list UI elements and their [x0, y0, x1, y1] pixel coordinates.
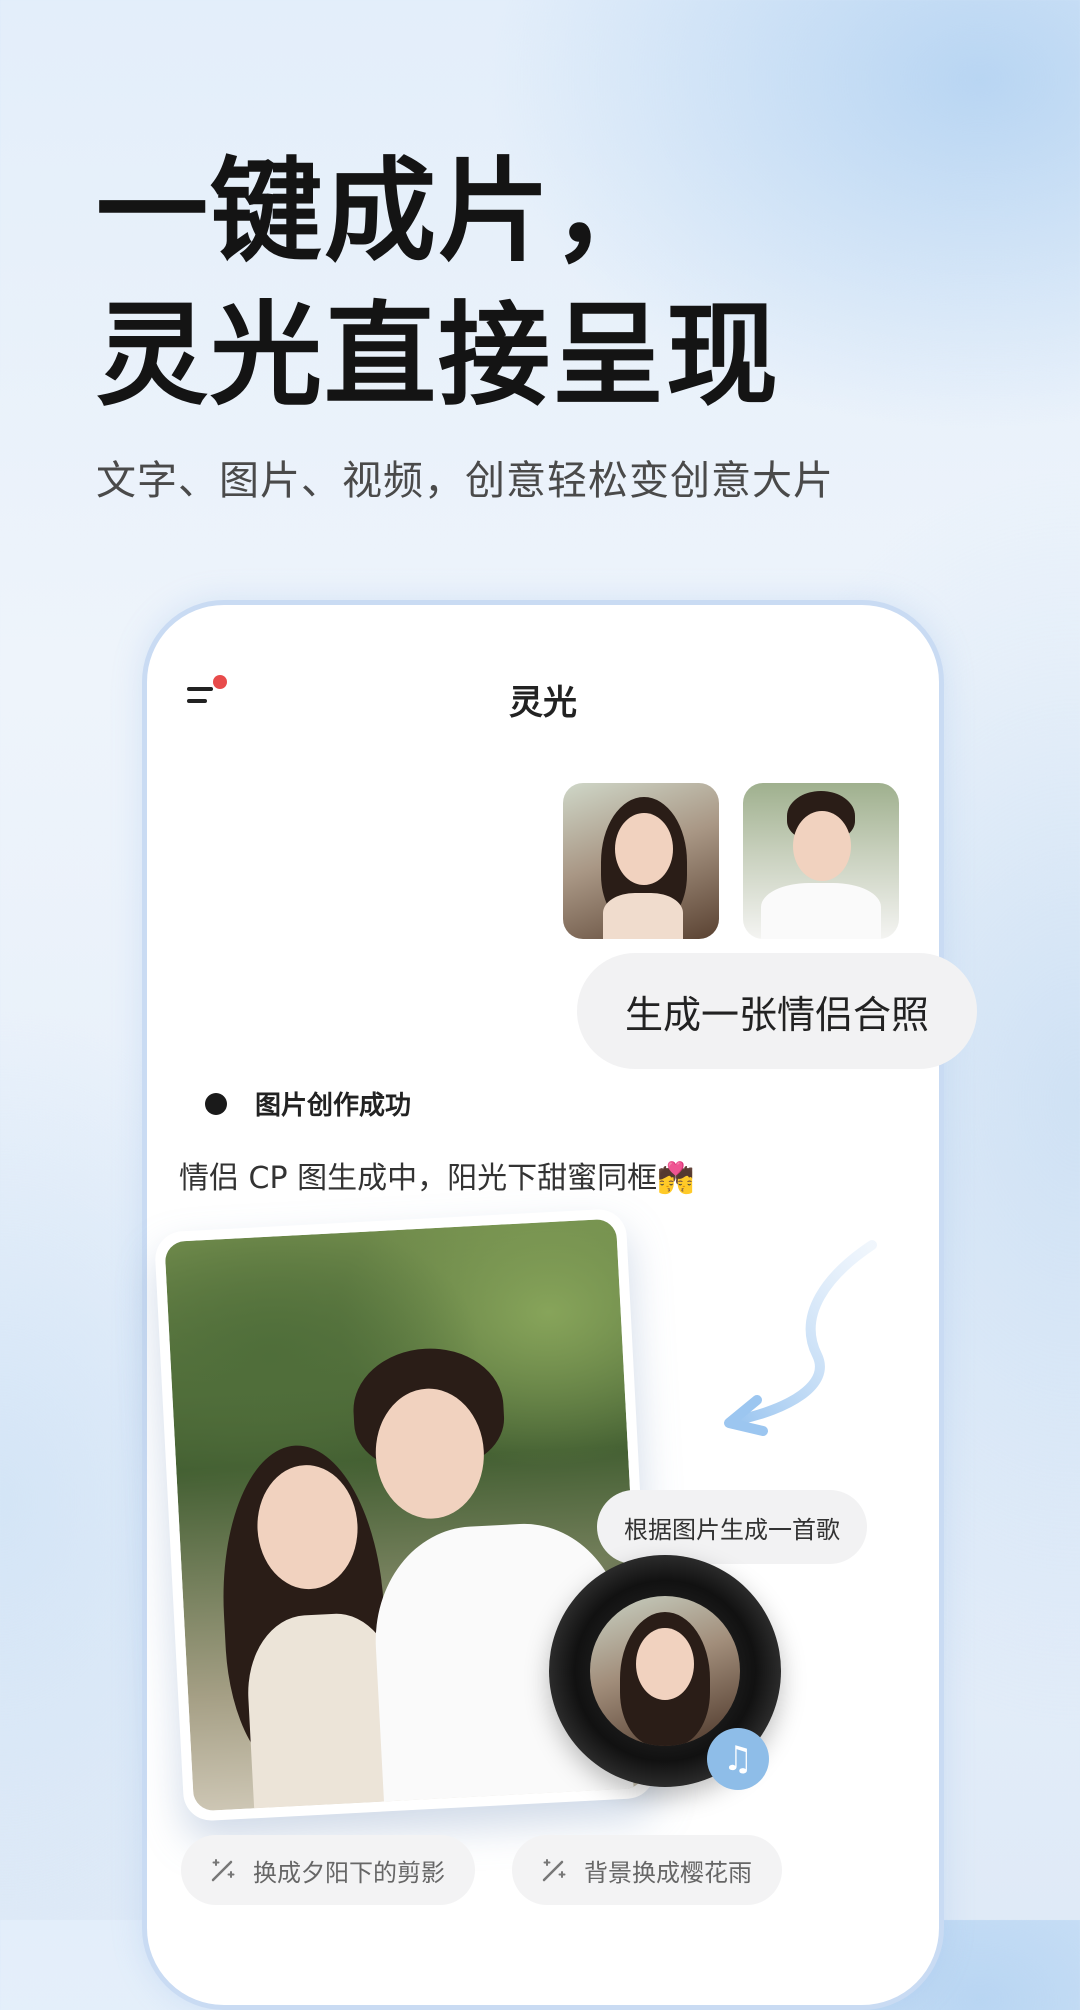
subtitle: 文字、图片、视频，创意轻松变创意大片	[96, 458, 834, 504]
music-note-icon[interactable]: ♫	[707, 1728, 769, 1790]
status-dot-icon	[205, 1092, 227, 1115]
magic-wand-icon	[211, 1859, 235, 1882]
user-image-woman[interactable]	[563, 783, 719, 939]
user-message-bubble: 生成一张情侣合照	[577, 953, 977, 1069]
curved-arrow-icon	[724, 1240, 877, 1436]
suggestion-chip-sunset[interactable]: 换成夕阳下的剪影	[181, 1835, 475, 1905]
ai-response-text: 情侣 CP 图生成中，阳光下甜蜜同框💏	[179, 1161, 695, 1196]
phone-mockup: 灵光 生成一张情侣合照 图片创作成功 情侣 CP 图生成中，阳光下甜蜜同框💏 根…	[142, 600, 977, 2010]
chip-label: 换成夕阳下的剪影	[253, 1858, 445, 1887]
chip-label: 背景换成樱花雨	[584, 1858, 752, 1887]
headline: 一键成片， 灵光直接呈现	[96, 140, 780, 428]
user-image-man[interactable]	[743, 783, 899, 939]
status-text: 图片创作成功	[255, 1091, 412, 1121]
song-suggestion-bubble[interactable]: 根据图片生成一首歌	[597, 1490, 867, 1564]
vinyl-cover-image	[590, 1596, 740, 1746]
headline-line-2: 灵光直接呈现	[96, 290, 780, 421]
headline-line-1: 一键成片，	[96, 146, 666, 277]
app-title: 灵光	[509, 683, 577, 723]
magic-wand-icon	[542, 1859, 566, 1882]
suggestion-chip-cherry-blossom[interactable]: 背景换成樱花雨	[512, 1835, 782, 1905]
creation-status: 图片创作成功	[205, 1085, 411, 1122]
